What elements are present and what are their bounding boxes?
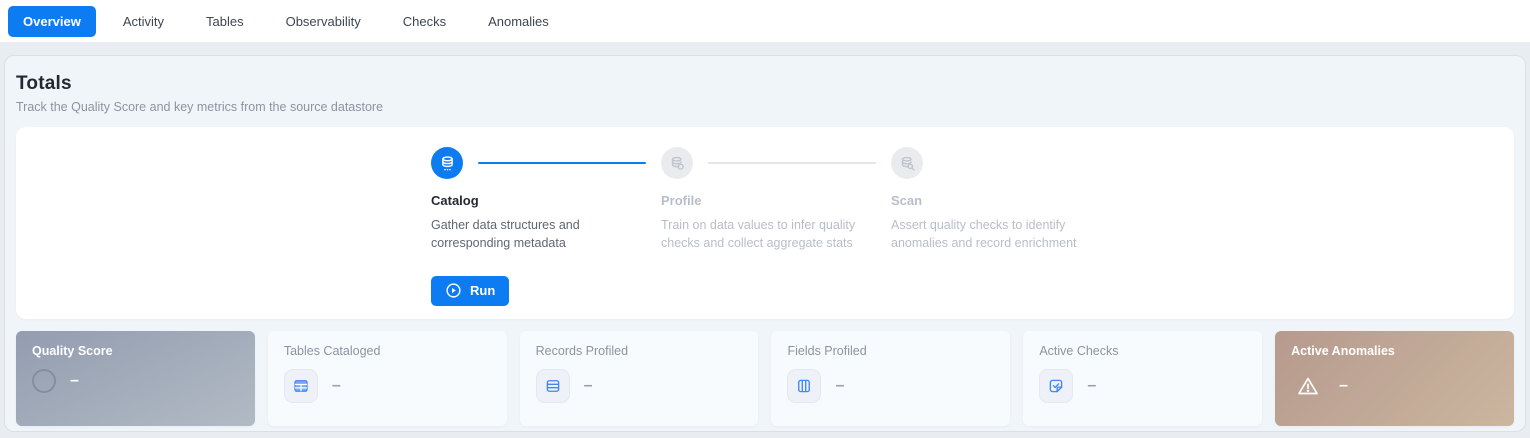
table-columns-icon [787, 369, 821, 403]
metric-card-fields-profiled[interactable]: Fields Profiled – [771, 331, 1010, 426]
metric-value: – [835, 377, 844, 395]
run-button-label: Run [470, 283, 495, 298]
metric-value: – [332, 377, 341, 395]
step-scan-description: Assert quality checks to identify anomal… [891, 217, 1106, 253]
step-scan: Scan Assert quality checks to identify a… [891, 147, 1121, 253]
metric-value: – [70, 372, 79, 390]
database-scan-icon [891, 147, 923, 179]
metric-label: Tables Cataloged [284, 344, 491, 358]
metric-label: Active Checks [1039, 344, 1246, 358]
database-icon [431, 147, 463, 179]
metric-value: – [1339, 377, 1348, 395]
page-subtitle: Track the Quality Score and key metrics … [16, 100, 1514, 114]
metrics-row: Quality Score – Tables Cataloged – Re [16, 331, 1514, 426]
workflow-card: Catalog Gather data structures and corre… [16, 127, 1514, 319]
tab-observability[interactable]: Observability [271, 6, 376, 37]
metric-label: Records Profiled [536, 344, 743, 358]
step-catalog-label: Catalog [431, 193, 661, 208]
metric-label: Active Anomalies [1291, 344, 1498, 358]
table-grid-icon [284, 369, 318, 403]
database-profile-icon [661, 147, 693, 179]
metric-card-active-checks[interactable]: Active Checks – [1023, 331, 1262, 426]
play-circle-icon [445, 282, 462, 299]
step-catalog: Catalog Gather data structures and corre… [431, 147, 661, 253]
page-title: Totals [16, 73, 1514, 95]
metric-card-quality-score[interactable]: Quality Score – [16, 331, 255, 426]
tab-activity[interactable]: Activity [108, 6, 179, 37]
metric-value: – [1087, 377, 1096, 395]
connector-line-profile-scan [708, 162, 876, 164]
metric-value: – [584, 377, 593, 395]
metric-card-tables-cataloged[interactable]: Tables Cataloged – [268, 331, 507, 426]
check-square-icon [1039, 369, 1073, 403]
tab-checks[interactable]: Checks [388, 6, 461, 37]
workflow-steps: Catalog Gather data structures and corre… [431, 147, 1514, 253]
step-profile-description: Train on data values to infer quality ch… [661, 217, 876, 253]
table-rows-icon [536, 369, 570, 403]
connector-line-catalog-profile [478, 162, 646, 164]
tab-anomalies[interactable]: Anomalies [473, 6, 564, 37]
tab-bar: Overview Activity Tables Observability C… [0, 0, 1530, 42]
metric-label: Fields Profiled [787, 344, 994, 358]
totals-panel: Totals Track the Quality Score and key m… [4, 55, 1526, 432]
metric-label: Quality Score [32, 344, 239, 358]
metric-card-records-profiled[interactable]: Records Profiled – [520, 331, 759, 426]
tab-tables[interactable]: Tables [191, 6, 259, 37]
step-profile-label: Profile [661, 193, 891, 208]
run-button[interactable]: Run [431, 276, 509, 306]
step-scan-label: Scan [891, 193, 1121, 208]
step-profile: Profile Train on data values to infer qu… [661, 147, 891, 253]
warning-triangle-icon [1291, 369, 1325, 403]
metric-card-active-anomalies[interactable]: Active Anomalies – [1275, 331, 1514, 426]
step-catalog-description: Gather data structures and corresponding… [431, 217, 646, 253]
score-ring-icon [32, 369, 56, 393]
tab-overview[interactable]: Overview [8, 6, 96, 37]
